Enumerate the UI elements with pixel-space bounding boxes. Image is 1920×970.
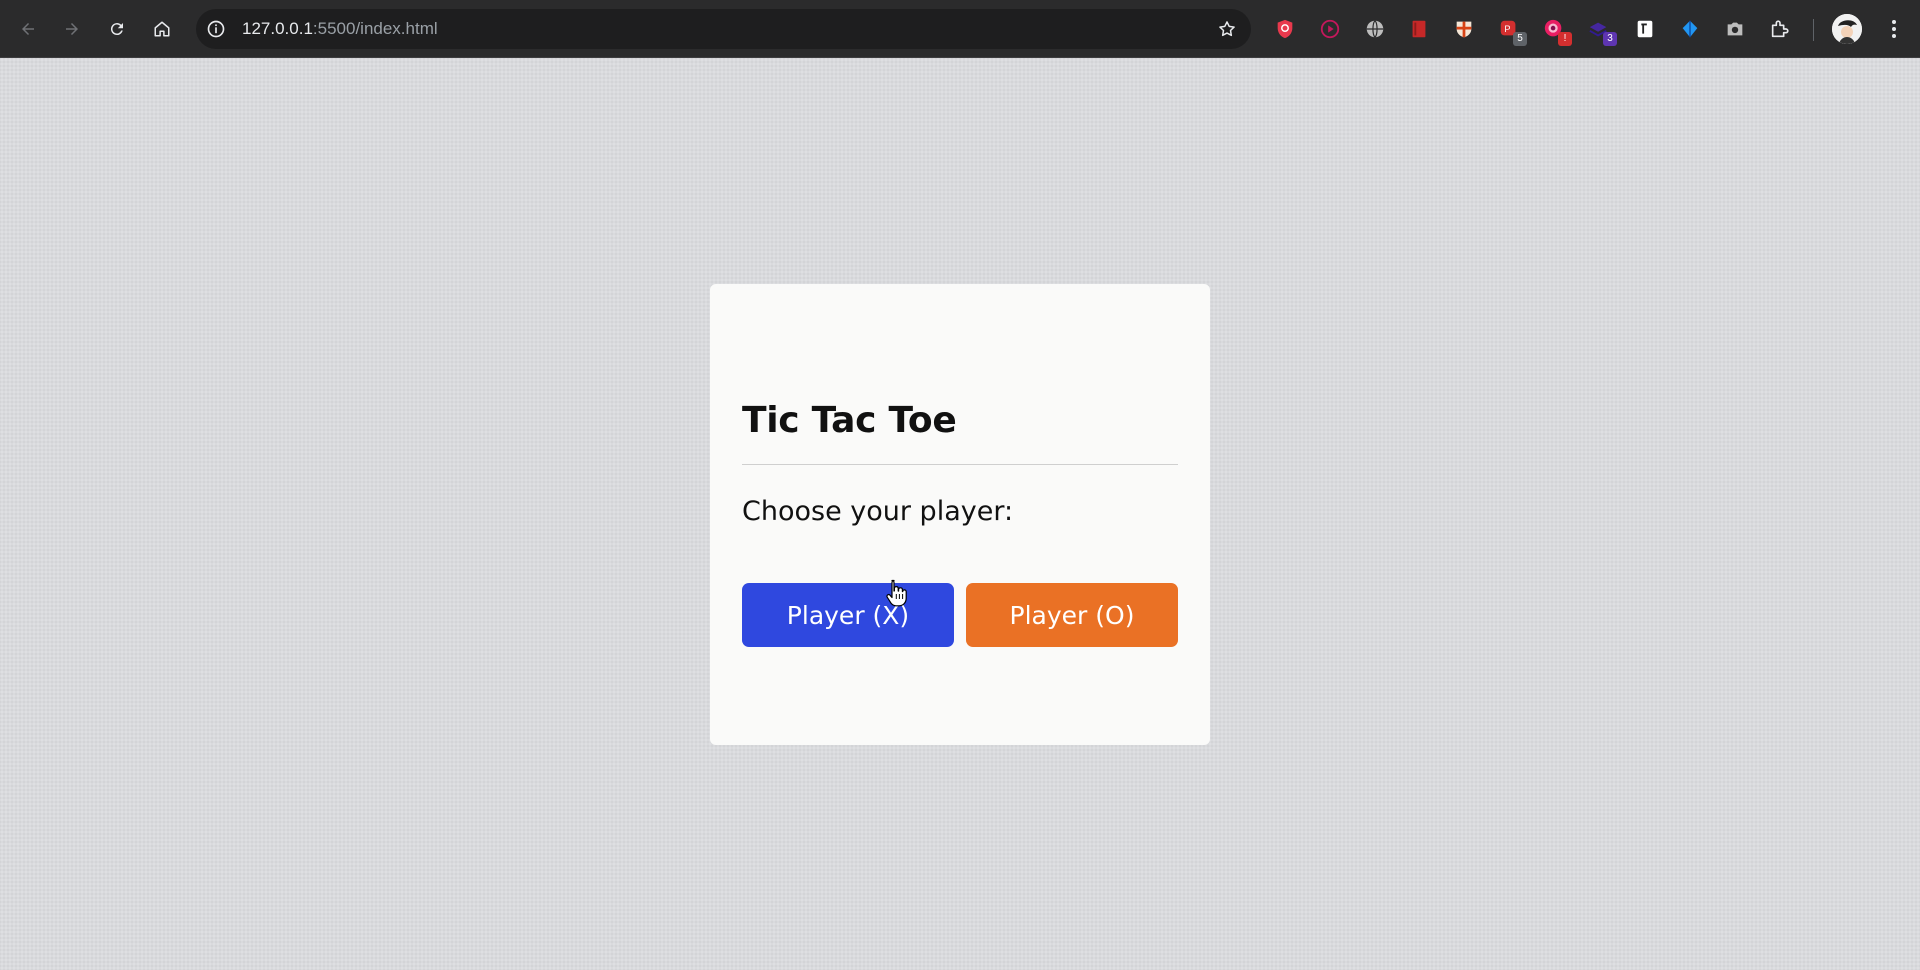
ext-badge-count: 5 — [1513, 32, 1527, 46]
browser-menu-button[interactable] — [1882, 17, 1906, 41]
shield-ext-icon[interactable] — [1273, 17, 1297, 41]
arrow-right-icon — [66, 23, 78, 35]
game-title: Tic Tac Toe — [742, 400, 957, 441]
arrow-left-icon — [22, 23, 34, 35]
address-bar[interactable]: 127.0.0.1:5500/index.html — [196, 9, 1251, 49]
reload-icon — [110, 23, 123, 36]
url-text[interactable]: 127.0.0.1:5500/index.html — [242, 9, 438, 49]
red-app-ext-icon[interactable]: P 5 — [1497, 17, 1527, 46]
home-icon — [154, 21, 170, 37]
bookmark-star-icon[interactable] — [1217, 19, 1237, 39]
play-circle-ext-icon[interactable] — [1318, 17, 1342, 41]
forward-button[interactable] — [56, 13, 88, 45]
back-button[interactable] — [12, 13, 44, 45]
globe-ext-icon[interactable] — [1363, 17, 1387, 41]
pinwheel-ext-icon[interactable]: ! — [1542, 17, 1572, 46]
game-card: Tic Tac Toe Choose your player: Player (… — [710, 284, 1210, 745]
book-ext-icon[interactable] — [1407, 17, 1431, 41]
diamond-ext-icon[interactable] — [1678, 17, 1702, 41]
page-content: Tic Tac Toe Choose your player: Player (… — [0, 58, 1920, 970]
avatar-icon — [1832, 14, 1862, 44]
notion-ext-icon[interactable] — [1633, 17, 1657, 41]
choose-player-prompt: Choose your player: — [742, 496, 1014, 527]
reload-button[interactable] — [101, 13, 133, 45]
ext-badge-alert: ! — [1558, 32, 1572, 46]
profile-avatar[interactable] — [1832, 14, 1862, 44]
ext-badge-count: 3 — [1603, 32, 1617, 46]
browser-toolbar: 127.0.0.1:5500/index.html P 5 ! 3 — [0, 0, 1920, 58]
crest-ext-icon[interactable] — [1452, 17, 1476, 41]
puzzle-extensions-icon[interactable] — [1768, 17, 1792, 41]
url-path: :5500/index.html — [312, 19, 438, 38]
home-button[interactable] — [146, 13, 178, 45]
camera-ext-icon[interactable] — [1723, 17, 1747, 41]
title-divider — [742, 464, 1178, 465]
svg-text:P: P — [1504, 24, 1510, 34]
site-info-icon[interactable] — [206, 19, 226, 39]
player-o-button[interactable]: Player (O) — [966, 583, 1178, 647]
stack-ext-icon[interactable]: 3 — [1587, 17, 1617, 46]
player-x-button[interactable]: Player (X) — [742, 583, 954, 647]
toolbar-divider — [1813, 19, 1814, 41]
url-host: 127.0.0.1 — [242, 19, 313, 38]
